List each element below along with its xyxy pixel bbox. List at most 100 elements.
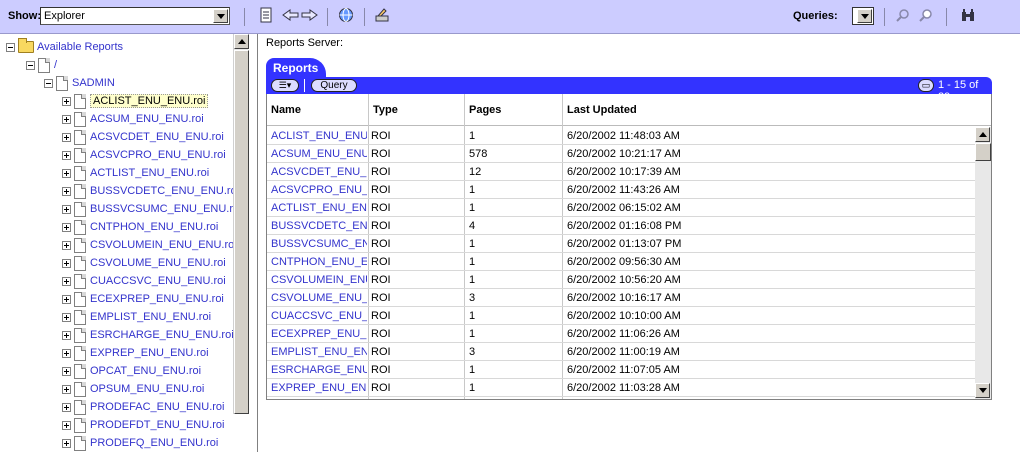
tree-item-label[interactable]: CSVOLUME_ENU_ENU.roi	[90, 257, 226, 269]
table-row[interactable]: CNTPHON_ENU_ENU.roi ROI 1 6/20/2002 09:56:3…	[267, 253, 975, 271]
table-row[interactable]: EXPREP_ENU_ENU.roi ROI 1 6/20/2002 11:03:28…	[267, 379, 975, 397]
expand-icon[interactable]	[62, 186, 71, 196]
tree-item[interactable]: CUACCSVC_ENU_ENU.roi	[62, 272, 226, 290]
expand-icon[interactable]	[62, 294, 71, 304]
tree-item[interactable]: ACTLIST_ENU_ENU.roi	[62, 164, 209, 182]
table-row[interactable]: CSVOLUMEIN_ENU_ENU.roi ROI 1 6/20/2002 10:5…	[267, 271, 975, 289]
show-select[interactable]: Explorer	[40, 7, 230, 25]
tree-item[interactable]: ECEXPREP_ENU_ENU.roi	[62, 290, 224, 308]
expand-icon[interactable]	[62, 204, 71, 214]
expand-icon[interactable]	[62, 276, 71, 286]
cell-name[interactable]: BUSSVCDETC_ENU_ENU.roi	[271, 220, 367, 232]
scroll-up-button[interactable]	[234, 34, 249, 49]
cell-name[interactable]: ACSVCDET_ENU_ENU.roi	[271, 166, 367, 178]
collapse-icon[interactable]	[44, 78, 53, 88]
cell-name[interactable]: ACSVCPRO_ENU_ENU.roi	[271, 184, 367, 196]
tree-item-label[interactable]: BUSSVCDETC_ENU_ENU.roi	[90, 185, 239, 197]
table-row[interactable]: ACSUM_ENU_ENU.roi ROI 578 6/20/2002 10:21:1…	[267, 145, 975, 163]
table-row[interactable]: ACTLIST_ENU_ENU.roi ROI 1 6/20/2002 06:15:0…	[267, 199, 975, 217]
schedule-icon[interactable]	[372, 7, 392, 27]
show-dropdown-button[interactable]	[213, 9, 228, 23]
cell-name[interactable]: EMPLIST_ENU_ENU.roi	[271, 346, 367, 358]
scroll-thumb[interactable]	[234, 50, 249, 414]
expand-icon[interactable]	[62, 132, 71, 142]
tree-item-label[interactable]: ACLIST_ENU_ENU.roi	[90, 94, 209, 108]
column-header-name[interactable]: Name	[271, 104, 301, 116]
queries-select[interactable]	[852, 7, 874, 25]
expand-icon[interactable]	[62, 312, 71, 322]
tree-item[interactable]: ACSVCPRO_ENU_ENU.roi	[62, 146, 226, 164]
globe-icon[interactable]	[336, 7, 356, 27]
column-header-last-updated[interactable]: Last Updated	[567, 104, 637, 116]
tree-item[interactable]: ACSVCDET_ENU_ENU.roi	[62, 128, 224, 146]
tree-item-label[interactable]: ECEXPREP_ENU_ENU.roi	[90, 293, 224, 305]
tree-item[interactable]: ACLIST_ENU_ENU.roi	[62, 92, 209, 110]
tree-slash-label[interactable]: /	[54, 59, 57, 71]
cell-name[interactable]: CNTPHON_ENU_ENU.roi	[271, 256, 367, 268]
table-row[interactable]: ACSVCPRO_ENU_ENU.roi ROI 1 6/20/2002 11:43:…	[267, 181, 975, 199]
cell-name[interactable]: ACTLIST_ENU_ENU.roi	[271, 202, 367, 214]
tree-item[interactable]: EXPREP_ENU_ENU.roi	[62, 344, 209, 362]
expand-icon[interactable]	[62, 258, 71, 268]
tab-reports[interactable]: Reports	[266, 58, 326, 77]
table-row[interactable]: BUSSVCSUMC_ENU_ENU.roi ROI 1 6/20/2002 01:1…	[267, 235, 975, 253]
expand-icon[interactable]	[62, 366, 71, 376]
tree-item[interactable]: OPCAT_ENU_ENU.roi	[62, 362, 201, 380]
cell-name[interactable]: EXPREP_ENU_ENU.roi	[271, 382, 367, 394]
expand-icon[interactable]	[62, 96, 71, 106]
tree-item-label[interactable]: OPCAT_ENU_ENU.roi	[90, 365, 201, 377]
tree-item-label[interactable]: CUACCSVC_ENU_ENU.roi	[90, 275, 226, 287]
tree-item[interactable]: CSVOLUMEIN_ENU_ENU.roi	[62, 236, 237, 254]
tree-item[interactable]: BUSSVCDETC_ENU_ENU.roi	[62, 182, 239, 200]
tree-item-label[interactable]: ACSVCDET_ENU_ENU.roi	[90, 131, 224, 143]
tree-item[interactable]: PRODEFQ_ENU_ENU.roi	[62, 434, 218, 452]
cell-name[interactable]: CSVOLUME_ENU_ENU.roi	[271, 292, 367, 304]
table-row[interactable]: CSVOLUME_ENU_ENU.roi ROI 3 6/20/2002 10:16:…	[267, 289, 975, 307]
expand-icon[interactable]	[62, 150, 71, 160]
table-row[interactable]: ESRCHARGE_ENU_ENU.roi ROI 1 6/20/2002 11:07…	[267, 361, 975, 379]
table-row[interactable]: ECEXPREP_ENU_ENU.roi ROI 1 6/20/2002 11:06:…	[267, 325, 975, 343]
table-row[interactable]: EMPLIST_ENU_ENU.roi ROI 3 6/20/2002 11:00:1…	[267, 343, 975, 361]
pager-icon[interactable]: ▭	[918, 79, 934, 92]
expand-icon[interactable]	[62, 168, 71, 178]
tree-item[interactable]: BUSSVCSUMC_ENU_ENU.roi	[62, 200, 242, 218]
tree-item-label[interactable]: ACTLIST_ENU_ENU.roi	[90, 167, 209, 179]
expand-icon[interactable]	[62, 114, 71, 124]
cell-name[interactable]: ECEXPREP_ENU_ENU.roi	[271, 328, 367, 340]
tree-node-sadmin[interactable]: SADMIN	[44, 74, 115, 92]
menu-button[interactable]: ☰▾	[271, 79, 299, 92]
tree-item[interactable]: OPSUM_ENU_ENU.roi	[62, 380, 204, 398]
tree-item[interactable]: ESRCHARGE_ENU_ENU.roi	[62, 326, 234, 344]
cell-name[interactable]: CSVOLUMEIN_ENU_ENU.roi	[271, 274, 367, 286]
report-icon[interactable]	[256, 7, 276, 27]
tree-node-root[interactable]: Available Reports	[6, 38, 123, 56]
table-row[interactable]: BUSSVCDETC_ENU_ENU.roi ROI 4 6/20/2002 01:1…	[267, 217, 975, 235]
tree-item[interactable]: PRODEFDT_ENU_ENU.roi	[62, 416, 224, 434]
expand-icon[interactable]	[62, 222, 71, 232]
expand-icon[interactable]	[62, 348, 71, 358]
tree-item-label[interactable]: ACSVCPRO_ENU_ENU.roi	[90, 149, 226, 161]
tree-item-label[interactable]: CNTPHON_ENU_ENU.roi	[90, 221, 218, 233]
table-scrollbar[interactable]	[975, 127, 991, 399]
tree-item-label[interactable]: ACSUM_ENU_ENU.roi	[90, 113, 204, 125]
pane-divider[interactable]	[257, 34, 258, 452]
tree-scrollbar[interactable]	[233, 34, 249, 414]
tree-item-label[interactable]: BUSSVCSUMC_ENU_ENU.roi	[90, 203, 242, 215]
binoculars-icon[interactable]	[958, 7, 978, 27]
tree-root-label[interactable]: Available Reports	[37, 41, 123, 53]
tree-node-slash[interactable]: /	[26, 56, 57, 74]
tree-item-label[interactable]: EXPREP_ENU_ENU.roi	[90, 347, 209, 359]
expand-icon[interactable]	[62, 330, 71, 340]
expand-icon[interactable]	[62, 240, 71, 250]
tree-item-label[interactable]: OPSUM_ENU_ENU.roi	[90, 383, 204, 395]
cell-name[interactable]: CUACCSVC_ENU_ENU.roi	[271, 310, 367, 322]
table-row[interactable]: ACSVCDET_ENU_ENU.roi ROI 12 6/20/2002 10:17…	[267, 163, 975, 181]
cell-name[interactable]: ACSUM_ENU_ENU.roi	[271, 148, 367, 160]
search-icon[interactable]	[916, 7, 936, 27]
expand-icon[interactable]	[62, 438, 71, 448]
tree-item-label[interactable]: PRODEFQ_ENU_ENU.roi	[90, 437, 218, 449]
tree-item-label[interactable]: PRODEFAC_ENU_ENU.roi	[90, 401, 224, 413]
collapse-icon[interactable]	[26, 60, 35, 70]
tree-item[interactable]: ACSUM_ENU_ENU.roi	[62, 110, 204, 128]
column-header-type[interactable]: Type	[373, 104, 398, 116]
